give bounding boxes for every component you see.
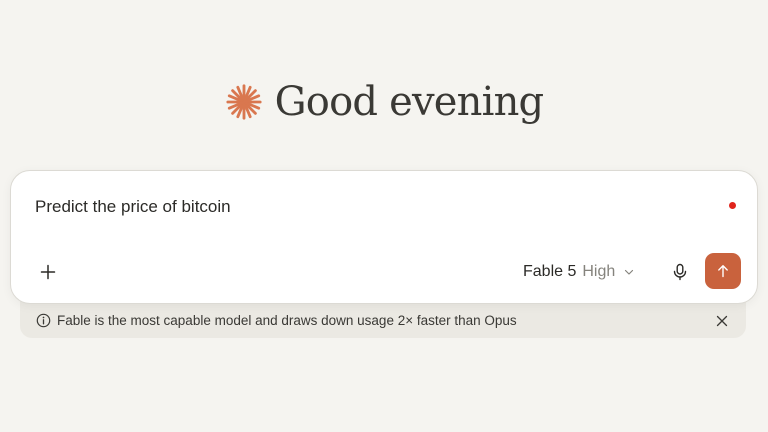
greeting: Good evening xyxy=(0,74,768,130)
close-icon xyxy=(716,315,728,327)
prompt-composer[interactable]: Predict the price of bitcoin Fable 5 Hig… xyxy=(10,170,758,304)
microphone-icon xyxy=(673,263,687,281)
sparkle-icon xyxy=(226,84,262,120)
plus-icon xyxy=(40,264,56,280)
prompt-input[interactable]: Predict the price of bitcoin xyxy=(35,196,695,218)
greeting-title: Good evening xyxy=(274,79,545,125)
dismiss-notice-button[interactable] xyxy=(712,311,732,331)
add-attachment-button[interactable] xyxy=(33,257,63,287)
send-button[interactable] xyxy=(705,253,741,289)
chevron-down-icon xyxy=(625,269,634,275)
info-icon xyxy=(36,313,51,328)
model-selector[interactable]: Fable 5 High xyxy=(523,257,634,287)
page: Good evening Predict the price of bitcoi… xyxy=(0,0,768,432)
notice-text: Fable is the most capable model and draw… xyxy=(57,313,517,328)
recording-indicator xyxy=(729,202,736,209)
voice-input-button[interactable] xyxy=(665,257,695,287)
model-effort: High xyxy=(582,263,616,280)
model-name: Fable 5 xyxy=(523,263,577,280)
arrow-up-icon xyxy=(718,265,728,278)
